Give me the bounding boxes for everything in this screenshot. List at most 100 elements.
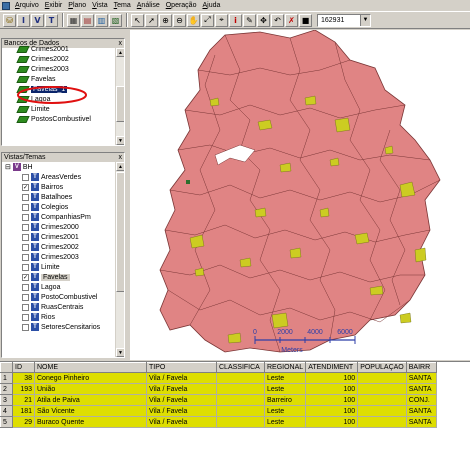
theme-item[interactable]: T Colegios bbox=[22, 202, 124, 212]
move-icon[interactable]: ✥ bbox=[257, 13, 270, 27]
theme-checkbox[interactable] bbox=[22, 313, 29, 321]
theme-checkbox[interactable] bbox=[22, 233, 29, 241]
theme-item[interactable]: T Lagoa bbox=[22, 282, 124, 292]
view-node-bh[interactable]: ⊟ V BH bbox=[2, 162, 124, 172]
col-header-atendiment[interactable]: ATENDIMENT bbox=[305, 362, 359, 373]
theme-checkbox[interactable] bbox=[22, 243, 29, 251]
menu-operacao[interactable]: Operação bbox=[163, 0, 200, 11]
table-row[interactable]: 4 181 São Vicente Vila / Favela Leste 100 SANT… bbox=[0, 405, 437, 417]
database-icon[interactable]: ⛁ bbox=[3, 13, 16, 27]
menu-plano[interactable]: Plano bbox=[65, 0, 89, 11]
edit-icon[interactable]: ✎ bbox=[243, 13, 256, 27]
theme-item[interactable]: T AreasVerdes bbox=[22, 172, 124, 182]
col-header-regional[interactable]: REGIONAL bbox=[263, 362, 307, 373]
theme-icon[interactable]: T bbox=[45, 13, 58, 27]
scroll-up-icon[interactable]: ▲ bbox=[116, 162, 124, 171]
theme-item[interactable]: ✓ T Favelas bbox=[22, 272, 124, 282]
collapse-icon[interactable]: ⊟ bbox=[5, 163, 11, 171]
theme-item[interactable]: T RuasCentrais bbox=[22, 302, 124, 312]
theme-checkbox[interactable] bbox=[22, 193, 29, 201]
theme-item[interactable]: T Rios bbox=[22, 312, 124, 322]
theme-item[interactable]: T Limite bbox=[22, 262, 124, 272]
theme-checkbox[interactable] bbox=[22, 213, 29, 221]
theme-checkbox[interactable]: ✓ bbox=[22, 273, 29, 281]
theme-item[interactable]: T Batalhoes bbox=[22, 192, 124, 202]
zoom-extent-icon[interactable]: ⤢ bbox=[201, 13, 214, 27]
grid-icon[interactable]: ▦ bbox=[67, 13, 80, 27]
col-header-nome[interactable]: NOME bbox=[34, 362, 147, 373]
row-number[interactable]: 1 bbox=[0, 372, 13, 384]
theme-item[interactable]: T PostoCombustivel bbox=[22, 292, 124, 302]
graph-icon[interactable]: ▤ bbox=[81, 13, 94, 27]
undo-icon[interactable]: ↶ bbox=[271, 13, 284, 27]
table-row[interactable]: 1 38 Conego Pinheiro Vila / Favela Leste 100 S… bbox=[0, 372, 437, 384]
menu-ajuda[interactable]: Ajuda bbox=[199, 0, 223, 11]
theme-item[interactable]: T Crimes2000 bbox=[22, 222, 124, 232]
theme-item[interactable]: ✓ T Bairros bbox=[22, 182, 124, 192]
menu-arquivo[interactable]: Arquivo bbox=[12, 0, 42, 11]
col-header-id[interactable]: ID bbox=[12, 362, 35, 373]
row-number[interactable]: 2 bbox=[0, 383, 13, 395]
row-number[interactable]: 4 bbox=[0, 405, 13, 417]
col-header-populacao[interactable]: POPULAÇAO bbox=[357, 362, 407, 373]
row-number[interactable]: 3 bbox=[0, 394, 13, 406]
scale-combo[interactable]: 162931 ▼ bbox=[317, 13, 371, 27]
db-item-postoscombustivel[interactable]: PostosCombustivel bbox=[16, 114, 91, 124]
legend-icon[interactable]: ▥ bbox=[95, 13, 108, 27]
theme-checkbox[interactable] bbox=[22, 173, 29, 181]
view-icon[interactable]: V bbox=[31, 13, 44, 27]
theme-checkbox[interactable] bbox=[22, 253, 29, 261]
theme-item[interactable]: T CompanhiasPm bbox=[22, 212, 124, 222]
close-icon[interactable]: x bbox=[119, 153, 123, 162]
theme-checkbox[interactable] bbox=[22, 263, 29, 271]
db-item-crimes2002[interactable]: Crimes2002 bbox=[16, 54, 91, 64]
theme-checkbox[interactable] bbox=[22, 303, 29, 311]
theme-checkbox[interactable] bbox=[22, 293, 29, 301]
views-scrollbar[interactable]: ▲ ▼ bbox=[115, 162, 124, 357]
db-item-favelas[interactable]: Favelas bbox=[16, 74, 91, 84]
info-icon[interactable]: I bbox=[17, 13, 30, 27]
scroll-up-icon[interactable]: ▲ bbox=[116, 48, 124, 57]
col-header-classifica[interactable]: CLASSIFICA bbox=[216, 362, 265, 373]
menu-vista[interactable]: Vista bbox=[89, 0, 110, 11]
table-row[interactable]: 3 21 Atila de Paiva Vila / Favela Barreiro 10… bbox=[0, 394, 437, 406]
measure-icon[interactable]: ⌖ bbox=[215, 13, 228, 27]
info-red-icon[interactable]: i bbox=[229, 13, 242, 27]
table-icon[interactable]: ▧ bbox=[109, 13, 122, 27]
zoom-in-icon[interactable]: ⊕ bbox=[159, 13, 172, 27]
delete-icon[interactable]: ✗ bbox=[285, 13, 298, 27]
theme-checkbox[interactable] bbox=[22, 223, 29, 231]
db-item-crimes2003[interactable]: Crimes2003 bbox=[16, 64, 91, 74]
theme-item[interactable]: T Crimes2003 bbox=[22, 252, 124, 262]
map-canvas[interactable]: 0 2000 4000 6000 Meters bbox=[130, 29, 470, 360]
theme-item[interactable]: T SetoresCensitarios bbox=[22, 322, 124, 332]
scroll-thumb[interactable] bbox=[116, 172, 124, 292]
menu-analise[interactable]: Análise bbox=[134, 0, 163, 11]
table-row[interactable]: 2 193 União Vila / Favela Leste 100 SANTA bbox=[0, 383, 437, 395]
scroll-down-icon[interactable]: ▼ bbox=[116, 348, 124, 357]
close-icon[interactable]: x bbox=[119, 39, 123, 48]
theme-checkbox[interactable] bbox=[22, 323, 29, 331]
scroll-thumb[interactable] bbox=[116, 86, 124, 122]
theme-item[interactable]: T Crimes2002 bbox=[22, 242, 124, 252]
pointer-icon[interactable]: ➚ bbox=[145, 13, 158, 27]
theme-item[interactable]: T Crimes2001 bbox=[22, 232, 124, 242]
chevron-down-icon[interactable]: ▼ bbox=[360, 14, 370, 26]
menu-exibir[interactable]: Exibir bbox=[42, 0, 66, 11]
col-header-bairro[interactable]: BAIRR bbox=[405, 362, 437, 373]
theme-checkbox[interactable]: ✓ bbox=[22, 183, 29, 191]
menu-tema[interactable]: Tema bbox=[111, 0, 134, 11]
db-item-limite[interactable]: Limite bbox=[16, 104, 91, 114]
zoom-out-icon[interactable]: ⊖ bbox=[173, 13, 186, 27]
theme-checkbox[interactable] bbox=[22, 283, 29, 291]
stop-icon[interactable]: ■ bbox=[299, 13, 312, 27]
databases-scrollbar[interactable]: ▲ ▼ bbox=[115, 48, 124, 145]
table-row[interactable]: 5 29 Buraco Quente Vila / Favela Leste 100 SAN… bbox=[0, 416, 437, 428]
row-number[interactable]: 5 bbox=[0, 416, 13, 428]
theme-checkbox[interactable] bbox=[22, 203, 29, 211]
pan-icon[interactable]: ✋ bbox=[187, 13, 200, 27]
col-header-tipo[interactable]: TIPO bbox=[146, 362, 217, 373]
db-item-crimes2001[interactable]: Crimes2001 bbox=[16, 44, 91, 54]
scroll-down-icon[interactable]: ▼ bbox=[116, 136, 124, 145]
select-arrow-icon[interactable]: ↖ bbox=[131, 13, 144, 27]
